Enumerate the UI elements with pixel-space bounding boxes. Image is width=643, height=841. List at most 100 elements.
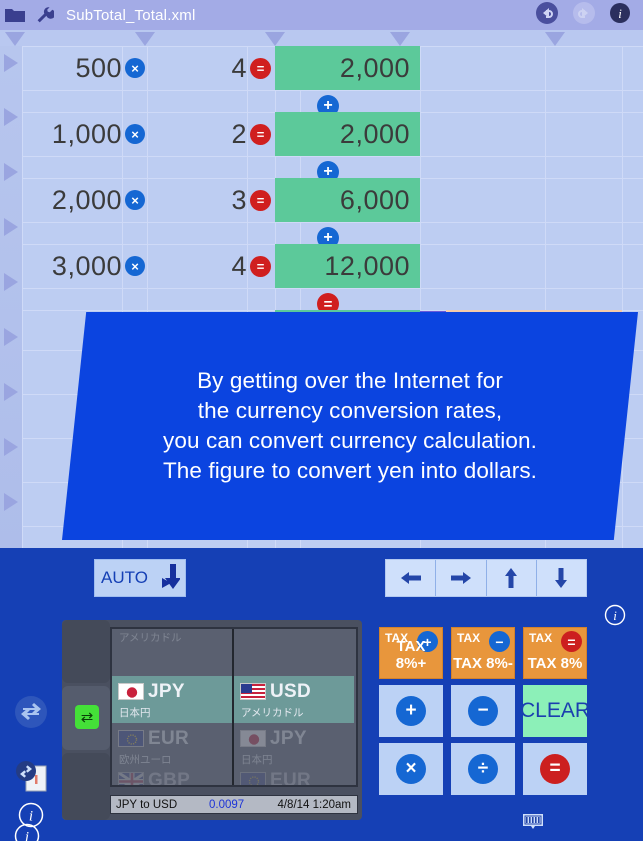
column-marker[interactable]	[135, 32, 155, 46]
list-item[interactable]: USD アメリカドル	[234, 676, 354, 723]
nav-down-button[interactable]	[537, 560, 586, 596]
column-marker[interactable]	[5, 32, 25, 46]
cell-operand2[interactable]: 2	[152, 112, 247, 156]
operator-equals-badge[interactable]: =	[250, 190, 271, 211]
cell-operand1[interactable]: 1,000	[22, 112, 122, 156]
row-gutter	[0, 46, 22, 548]
currency-name: 日本円	[119, 707, 151, 719]
tax-tag: TAX	[457, 631, 481, 645]
currency-code: USD	[148, 627, 189, 628]
list-item[interactable]: GBP 英国ポンド	[112, 765, 232, 785]
currency-code: EUR	[148, 727, 190, 749]
list-item[interactable]: JPY 日本円	[234, 723, 354, 770]
keypad-row-tax: TAX + TAX 8%+ TAX − TAX 8%- TAX = TAX 8%	[379, 627, 587, 679]
cell-operand2[interactable]: 3	[152, 178, 247, 222]
list-item[interactable]: JPY 日本円	[112, 676, 232, 723]
cell-operand1[interactable]: 500	[22, 46, 122, 90]
table-row[interactable]: 3,000 × 4 = 12,000	[22, 244, 643, 288]
minus-badge-icon: −	[489, 631, 510, 652]
divide-button[interactable]: ÷	[451, 743, 515, 795]
cell-result[interactable]: 12,000	[275, 244, 420, 288]
currency-list-box[interactable]: USD アメリカドル JPY 日本円	[110, 627, 358, 787]
column-marker[interactable]	[390, 32, 410, 46]
currency-name: アメリカドル	[119, 632, 182, 644]
svg-text:i: i	[618, 6, 622, 21]
flag-us-icon	[240, 683, 266, 700]
auto-button[interactable]: AUTO	[94, 559, 186, 597]
nav-left-button[interactable]	[386, 560, 437, 596]
operator-multiply-badge[interactable]: ×	[125, 124, 145, 144]
currency-rate-status-bar: JPY to USD 0.0097 4/8/14 1:20am	[110, 795, 358, 814]
flag-jp-icon	[118, 683, 144, 700]
wrench-icon[interactable]	[30, 0, 60, 30]
folder-icon[interactable]	[0, 0, 30, 30]
tax-equals-label: TAX 8%	[527, 655, 583, 672]
currency-picker-panel[interactable]: ⇄ USD アメリカドル	[62, 620, 362, 820]
clear-button[interactable]: CLEAR	[520, 685, 590, 737]
undo-icon[interactable]	[535, 1, 559, 30]
multiply-button[interactable]: ×	[379, 743, 443, 795]
minus-icon: −	[468, 696, 498, 726]
cell-result[interactable]: 2,000	[275, 46, 420, 90]
currency-rate-timestamp: 4/8/14 1:20am	[277, 798, 351, 811]
redo-icon	[572, 1, 596, 30]
tax-subtract-button[interactable]: TAX − TAX 8%-	[451, 627, 515, 679]
minus-button[interactable]: −	[451, 685, 515, 737]
column-marker[interactable]	[545, 32, 565, 46]
operator-multiply-badge[interactable]: ×	[125, 190, 145, 210]
operator-equals-badge[interactable]: =	[250, 124, 271, 145]
info-icon[interactable]: i	[609, 2, 631, 29]
operator-equals-badge[interactable]: =	[250, 256, 271, 277]
equals-icon: =	[540, 754, 570, 784]
currency-column-to[interactable]: USD アメリカドル JPY 日本円 EUR	[234, 629, 356, 785]
currency-refresh-icon[interactable]	[14, 695, 50, 734]
currency-code: EUR	[270, 769, 312, 787]
tip-line-4: The figure to convert yen into dollars.	[162, 458, 538, 483]
currency-code: USD	[270, 680, 312, 702]
operator-multiply-badge[interactable]: ×	[125, 256, 145, 276]
list-item[interactable]: EUR 欧州ユーロ	[112, 723, 232, 770]
tax-add-button[interactable]: TAX + TAX 8%+	[379, 627, 443, 679]
plus-button[interactable]: +	[379, 685, 443, 737]
currency-column-from[interactable]: USD アメリカドル JPY 日本円	[112, 629, 234, 785]
cell-operand1[interactable]: 3,000	[22, 244, 122, 288]
table-row[interactable]: 500 × 4 = 2,000	[22, 46, 643, 90]
app-root: SubTotal_Total.xml i 500 × 4 = 2,000 + 1…	[0, 0, 643, 841]
currency-rate-value: 0.0097	[209, 798, 245, 811]
title-bar: SubTotal_Total.xml i	[0, 0, 643, 30]
cell-result[interactable]: 2,000	[275, 112, 420, 156]
tax-tag: TAX	[529, 631, 553, 645]
cell-result[interactable]: 6,000	[275, 178, 420, 222]
svg-text:i: i	[613, 608, 617, 623]
plus-icon: +	[396, 696, 426, 726]
currency-name: アメリカドル	[241, 707, 304, 719]
cell-operand2[interactable]: 4	[152, 244, 247, 288]
tip-line-2: the currency conversion rates,	[197, 398, 503, 423]
operator-equals-badge[interactable]: =	[250, 58, 271, 79]
info-icon[interactable]: i	[604, 604, 626, 631]
equals-badge-icon: =	[561, 631, 582, 652]
nav-up-button[interactable]	[487, 560, 537, 596]
list-item[interactable]: USD アメリカドル	[112, 627, 232, 648]
tip-line-1: By getting over the Internet for	[197, 368, 503, 393]
list-item[interactable]: EUR 欧州ユーロ	[234, 765, 354, 787]
info-icon[interactable]: i	[18, 802, 44, 833]
currency-convert-document-icon[interactable]	[14, 758, 50, 799]
currency-code: JPY	[270, 727, 307, 749]
column-marker[interactable]	[265, 32, 285, 46]
hide-keyboard-icon[interactable]	[520, 812, 546, 841]
tip-overlay: By getting over the Internet for the cur…	[62, 312, 638, 540]
cell-operand2[interactable]: 4	[152, 46, 247, 90]
currency-swap-button[interactable]: ⇄	[75, 705, 99, 729]
keypad: TAX + TAX 8%+ TAX − TAX 8%- TAX = TAX 8%…	[379, 627, 590, 801]
arrow-enter-down-icon	[150, 560, 181, 596]
operator-multiply-badge[interactable]: ×	[125, 58, 145, 78]
cell-operand1[interactable]: 2,000	[22, 178, 122, 222]
tax-equals-button[interactable]: TAX = TAX 8%	[523, 627, 587, 679]
table-row[interactable]: 1,000 × 2 = 2,000	[22, 112, 643, 156]
equals-button[interactable]: =	[523, 743, 587, 795]
currency-side-strip: ⇄	[62, 620, 110, 820]
nav-right-button[interactable]	[436, 560, 487, 596]
divide-icon: ÷	[468, 754, 498, 784]
table-row[interactable]: 2,000 × 3 = 6,000	[22, 178, 643, 222]
